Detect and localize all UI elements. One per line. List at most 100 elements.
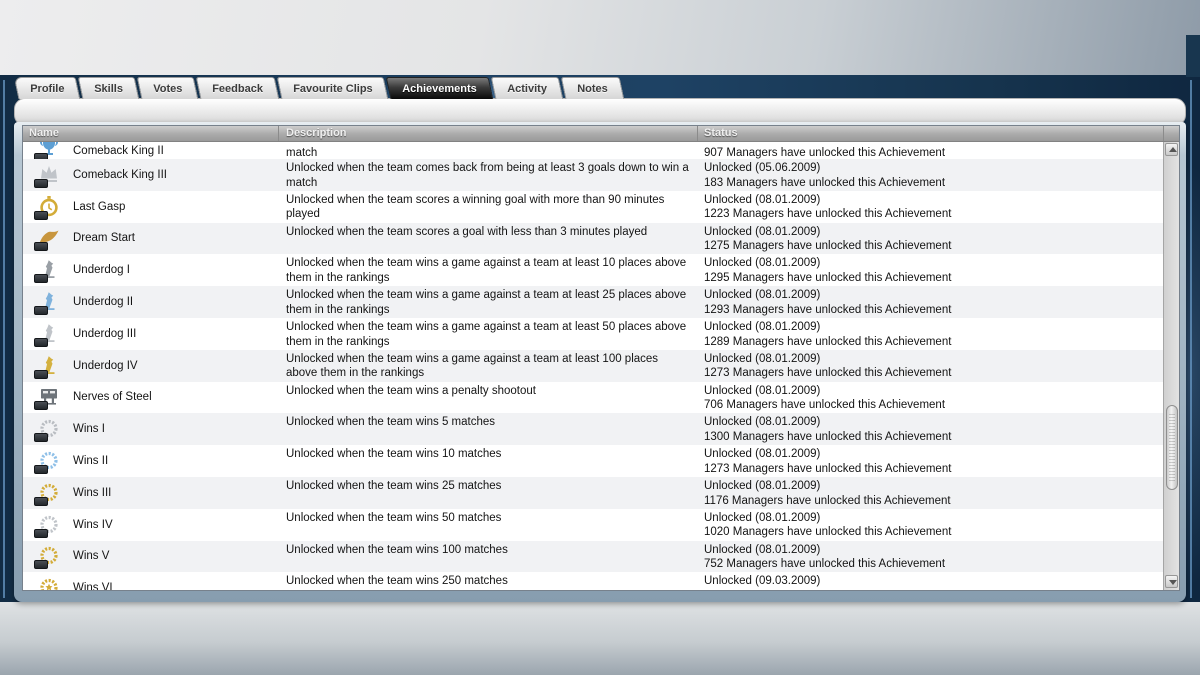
table-row[interactable]: Wins III Unlocked when the team wins 25 …: [23, 477, 1163, 509]
achievement-description: match: [279, 142, 698, 159]
scroll-down-button[interactable]: [1165, 575, 1178, 588]
text-line: Unlocked when the team wins 250 matches: [286, 574, 698, 589]
wreath-icon: [37, 513, 61, 537]
backdrop-top: [0, 0, 1200, 77]
table-row[interactable]: Wins IV Unlocked when the team wins 50 m…: [23, 509, 1163, 541]
scrollbar-thumb[interactable]: [1166, 405, 1178, 490]
text-line: Unlocked when the team wins a game again…: [286, 320, 698, 335]
achievement-status: Unlocked (05.06.2009)183 Managers have u…: [698, 159, 1163, 191]
achievement-name: Underdog III: [73, 328, 136, 340]
achievement-name: Comeback King II: [73, 145, 164, 157]
achievement-name-cell: Wins IV: [23, 509, 279, 541]
text-line: match: [286, 176, 698, 191]
column-header-description[interactable]: Description: [279, 126, 698, 141]
icon-language-badge: [34, 274, 48, 283]
achievement-name-cell: Underdog IV: [23, 350, 279, 382]
icon-language-badge: [34, 306, 48, 315]
text-line: Unlocked (08.01.2009): [704, 511, 1163, 526]
tab-label: Achievements: [402, 83, 477, 95]
achievement-description: Unlocked when the team wins 5 matches: [279, 413, 698, 445]
text-line: 1275 Managers have unlocked this Achieve…: [704, 239, 1163, 254]
table-row[interactable]: Underdog III Unlocked when the team wins…: [23, 318, 1163, 350]
wing-icon: [37, 226, 61, 250]
text-line: Unlocked when the team scores a winning …: [286, 193, 698, 208]
table-body: Comeback King II match 907 Managers have…: [23, 142, 1163, 590]
wolf-icon: [37, 322, 61, 346]
achievement-name: Last Gasp: [73, 201, 125, 213]
text-line: above them in the rankings: [286, 366, 698, 381]
achievement-status: Unlocked (08.01.2009)1293 Managers have …: [698, 286, 1163, 318]
achievement-name-cell: Underdog II: [23, 286, 279, 318]
icon-language-badge: [34, 211, 48, 220]
table-row[interactable]: Comeback King II match 907 Managers have…: [23, 142, 1163, 159]
tab-skills[interactable]: Skills: [78, 77, 139, 99]
achievement-description: Unlocked when the team wins 250 matches: [279, 572, 698, 590]
achievement-description: Unlocked when the team wins a game again…: [279, 318, 698, 350]
text-line: 752 Managers have unlocked this Achievem…: [704, 557, 1163, 572]
stopwatch-icon: [37, 195, 61, 219]
achievement-status: Unlocked (08.01.2009)1223 Managers have …: [698, 191, 1163, 223]
table-row[interactable]: Underdog I Unlocked when the team wins a…: [23, 254, 1163, 286]
achievement-name: Wins II: [73, 455, 108, 467]
achievement-name: Wins VI: [73, 582, 113, 590]
achievement-name-cell: Wins VI: [23, 572, 279, 590]
icon-language-badge: [34, 401, 48, 410]
text-line: Unlocked (08.01.2009): [704, 288, 1163, 303]
table-row[interactable]: Nerves of Steel Unlocked when the team w…: [23, 382, 1163, 414]
text-line: Unlocked when the team scores a goal wit…: [286, 225, 698, 240]
text-line: Unlocked when the team wins 50 matches: [286, 511, 698, 526]
column-header-name[interactable]: Name: [23, 126, 279, 141]
table-row[interactable]: Underdog II Unlocked when the team wins …: [23, 286, 1163, 318]
table-row[interactable]: Wins VI Unlocked when the team wins 250 …: [23, 572, 1163, 590]
table-row[interactable]: Last Gasp Unlocked when the team scores …: [23, 191, 1163, 223]
achievement-status: Unlocked (08.01.2009)1300 Managers have …: [698, 413, 1163, 445]
text-line: Unlocked (08.01.2009): [704, 225, 1163, 240]
achievement-name: Underdog II: [73, 296, 133, 308]
tab-votes[interactable]: Votes: [137, 77, 199, 99]
achievement-description: Unlocked when the team wins a penalty sh…: [279, 382, 698, 414]
achievement-status: Unlocked (08.01.2009)1275 Managers have …: [698, 223, 1163, 255]
text-line: Unlocked (08.01.2009): [704, 384, 1163, 399]
wolf-icon: [37, 354, 61, 378]
achievement-status: Unlocked (08.01.2009)752 Managers have u…: [698, 541, 1163, 573]
achievement-name-cell: Comeback King II: [23, 142, 279, 159]
tab-bar: Profile SkillsVotes Feedback Favourite Clip…: [16, 77, 623, 98]
achievement-status: Unlocked (08.01.2009)1273 Managers have …: [698, 445, 1163, 477]
achievement-name: Dream Start: [73, 232, 135, 244]
achievement-status: Unlocked (08.01.2009)1176 Managers have …: [698, 477, 1163, 509]
icon-language-badge: [34, 529, 48, 538]
tab-label: Favourite Clips: [293, 83, 372, 95]
text-line: 1295 Managers have unlocked this Achieve…: [704, 271, 1163, 286]
text-line: Unlocked (08.01.2009): [704, 543, 1163, 558]
text-line: 1289 Managers have unlocked this Achieve…: [704, 335, 1163, 350]
achievement-description: Unlocked when the team wins a game again…: [279, 254, 698, 286]
tab-feedback[interactable]: Feedback: [196, 77, 279, 99]
text-line: Unlocked (08.01.2009): [704, 193, 1163, 208]
achievement-description: Unlocked when the team comes back from b…: [279, 159, 698, 191]
table-row[interactable]: Dream Start Unlocked when the team score…: [23, 223, 1163, 255]
text-line: 1273 Managers have unlocked this Achieve…: [704, 366, 1163, 381]
tab-label: Feedback: [212, 83, 263, 95]
achievement-name-cell: Wins I: [23, 413, 279, 445]
tab-notes[interactable]: Notes: [560, 77, 623, 99]
achievement-name-cell: Wins III: [23, 477, 279, 509]
vertical-scrollbar[interactable]: [1163, 142, 1179, 590]
column-header-status[interactable]: Status: [698, 126, 1163, 141]
table-row[interactable]: Wins V Unlocked when the team wins 100 m…: [23, 541, 1163, 573]
achievement-name: Nerves of Steel: [73, 391, 152, 403]
tab-label: Profile: [30, 83, 64, 95]
table-row[interactable]: Comeback King III Unlocked when the team…: [23, 159, 1163, 191]
table-row[interactable]: Wins I Unlocked when the team wins 5 mat…: [23, 413, 1163, 445]
achievement-name: Wins III: [73, 487, 111, 499]
achievement-name-cell: Underdog I: [23, 254, 279, 286]
achievement-name: Wins IV: [73, 519, 113, 531]
tab-achievements[interactable]: Achievements: [386, 77, 493, 99]
tab-activity[interactable]: Activity: [491, 77, 563, 99]
scroll-up-button[interactable]: [1165, 143, 1178, 156]
table-row[interactable]: Wins II Unlocked when the team wins 10 m…: [23, 445, 1163, 477]
table-row[interactable]: Underdog IV Unlocked when the team wins …: [23, 350, 1163, 382]
tab-profile[interactable]: Profile: [14, 77, 81, 99]
text-line: played: [286, 207, 698, 222]
tab-favourite-clips[interactable]: Favourite Clips: [277, 77, 389, 99]
achievements-table: Name Description Status Comeback King II…: [22, 125, 1180, 591]
